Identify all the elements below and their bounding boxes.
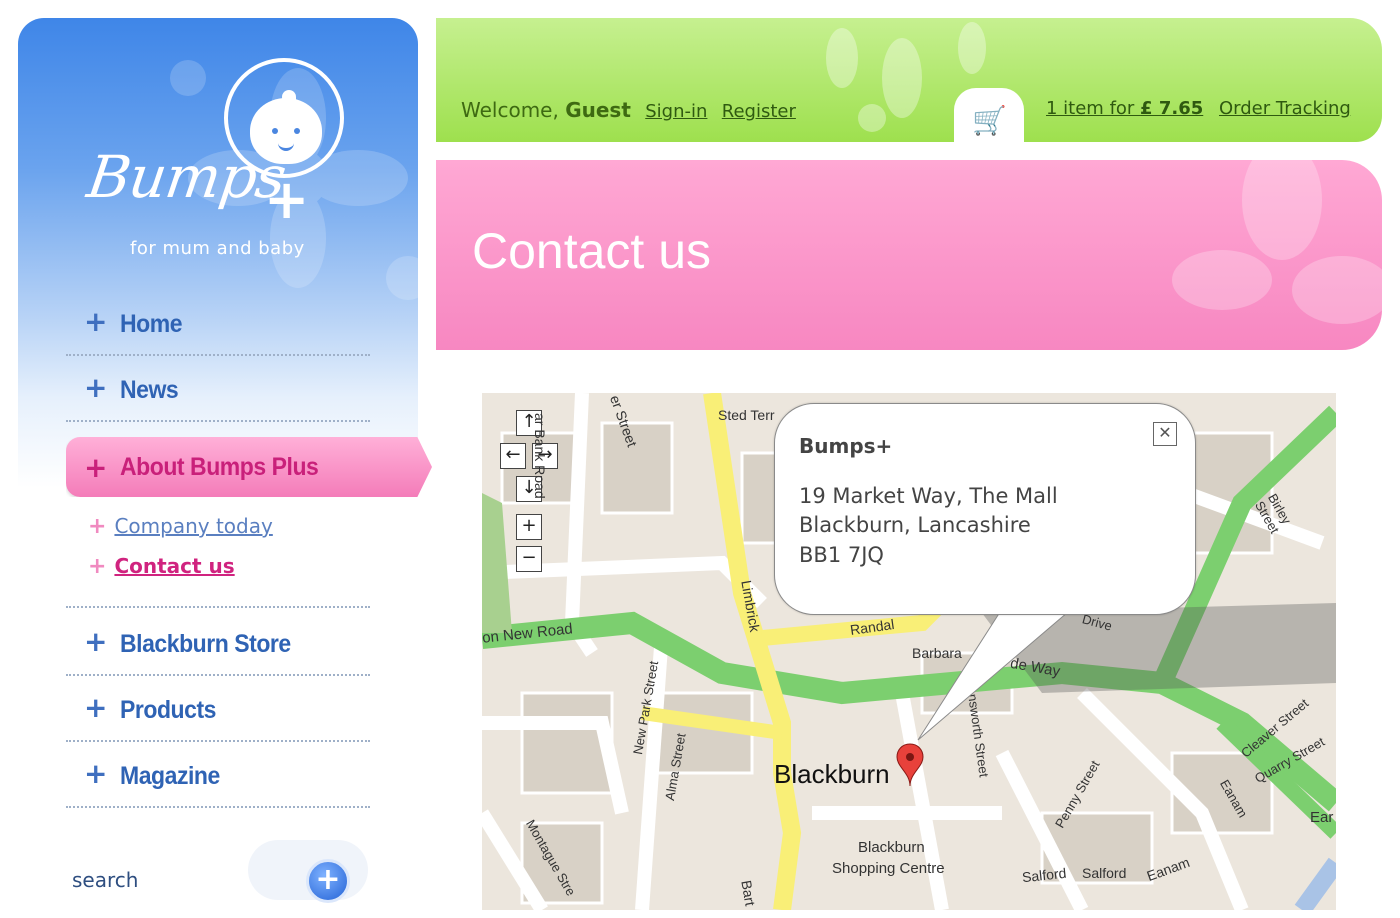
- zoom-out-button[interactable]: −: [516, 546, 542, 572]
- info-address-line: Blackburn, Lancashire: [799, 513, 1031, 537]
- plus-icon: +: [84, 371, 108, 404]
- map-town-label: Blackburn: [774, 759, 890, 789]
- map-label: Salford: [1082, 865, 1127, 881]
- map-label: Barbara: [912, 645, 962, 661]
- nav-item-magazine[interactable]: + Magazine: [66, 742, 370, 808]
- plus-icon: +: [84, 305, 108, 338]
- nav-item-home[interactable]: + Home: [66, 290, 370, 356]
- subnav-item-company-today[interactable]: + Company today: [88, 514, 273, 539]
- nav-item-about[interactable]: + About Bumps Plus: [66, 437, 432, 497]
- welcome-area: Welcome, Guest Sign-in Register: [461, 98, 796, 122]
- cart-total: £ 7.65: [1140, 98, 1204, 119]
- signin-link[interactable]: Sign-in: [645, 101, 707, 122]
- plus-icon: +: [84, 451, 108, 484]
- nav-label: About Bumps Plus: [120, 453, 319, 481]
- plus-icon: +: [84, 757, 108, 790]
- plus-icon: +: [88, 554, 107, 579]
- nav-label: Home: [120, 310, 183, 338]
- info-title: Bumps+: [799, 434, 893, 458]
- page-banner: Contact us: [436, 160, 1382, 350]
- header-bar: Welcome, Guest Sign-in Register 🛒 1 item…: [436, 18, 1382, 142]
- nav-label: Products: [120, 696, 217, 724]
- subnav-label: Contact us: [114, 554, 235, 578]
- order-tracking-link[interactable]: Order Tracking: [1219, 98, 1351, 119]
- map-info-window: Bumps+ 19 Market Way, The Mall Blackburn…: [774, 403, 1196, 615]
- close-icon[interactable]: ✕: [1153, 422, 1177, 446]
- subnav-label: Company today: [114, 514, 273, 538]
- info-address-line: 19 Market Way, The Mall: [799, 484, 1058, 508]
- baby-curl-icon: [282, 90, 296, 104]
- shopping-cart-icon[interactable]: 🛒: [972, 104, 1007, 137]
- register-link[interactable]: Register: [722, 101, 796, 122]
- user-name: Guest: [565, 98, 631, 122]
- map-marker-icon[interactable]: [895, 743, 925, 787]
- info-postcode: BB1 7JQ: [799, 543, 884, 567]
- page-title: Contact us: [472, 223, 712, 279]
- welcome-text: Welcome,: [461, 98, 559, 122]
- map-label: Shopping Centre: [832, 860, 945, 877]
- logo-plus: +: [264, 168, 310, 231]
- logo-tagline: for mum and baby: [130, 238, 305, 259]
- nav-label: Magazine: [120, 762, 220, 790]
- search-label: search: [72, 868, 139, 892]
- cart-summary-link[interactable]: 1 item for £ 7.65: [1046, 98, 1203, 119]
- pan-left-button[interactable]: ←: [500, 443, 526, 469]
- cart-info: 1 item for £ 7.65 Order Tracking: [1046, 98, 1351, 119]
- nav-label: News: [120, 376, 179, 404]
- map-label: Ear: [1310, 809, 1334, 826]
- map-label: ar Bank Road: [532, 413, 548, 499]
- search-button[interactable]: +: [306, 859, 350, 903]
- logo-wordmark[interactable]: Bumps: [83, 143, 289, 211]
- nav-label: Blackburn Store: [120, 630, 291, 658]
- plus-icon: +: [84, 625, 108, 658]
- map-label: Sted Terr: [718, 407, 775, 423]
- map-label: Blackburn: [858, 839, 925, 856]
- flower-decoration: [1172, 160, 1382, 324]
- cart-summary-text: 1 item for: [1046, 98, 1141, 119]
- divider: [66, 606, 370, 608]
- subnav-item-contact-us[interactable]: + Contact us: [88, 554, 235, 579]
- plus-icon: +: [88, 514, 107, 539]
- nav-item-news[interactable]: + News: [66, 356, 370, 422]
- nav-item-products[interactable]: + Products: [66, 676, 370, 742]
- zoom-in-button[interactable]: +: [516, 514, 542, 540]
- plus-icon: +: [84, 691, 108, 724]
- nav-item-blackburn-store[interactable]: + Blackburn Store: [66, 610, 370, 676]
